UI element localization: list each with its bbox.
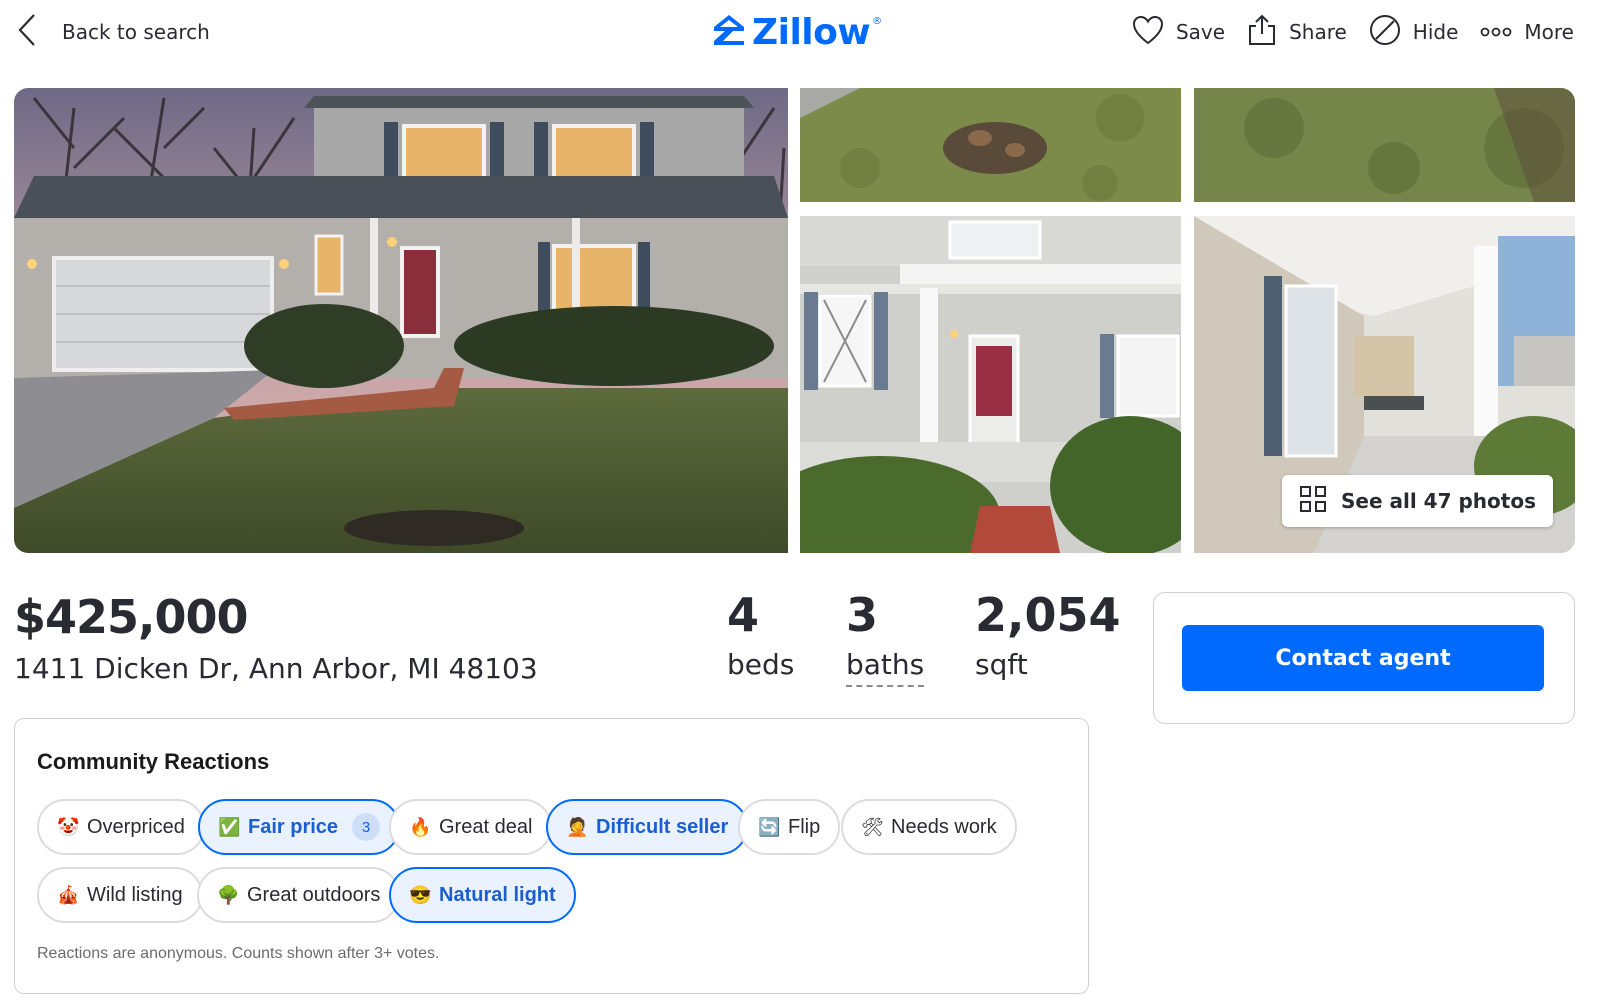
reaction-chip-natural-light[interactable]: 😎 Natural light	[389, 867, 576, 923]
contact-card: Contact agent	[1153, 592, 1575, 724]
see-all-photos-button[interactable]: See all 47 photos	[1282, 475, 1553, 527]
sqft-label: sqft	[975, 648, 1028, 681]
baths-label[interactable]: baths	[846, 648, 925, 687]
see-all-photos-label: See all 47 photos	[1341, 489, 1536, 513]
reaction-chip-needs-work[interactable]: 🛠 Needs work	[841, 799, 1017, 855]
share-button[interactable]: Share	[1247, 14, 1347, 50]
lawn-flowerbed-photo[interactable]	[800, 88, 1181, 202]
reaction-chip-label: Needs work	[891, 815, 997, 838]
zillow-logo[interactable]: Zillow ®	[712, 11, 883, 53]
listing-price: $425,000	[14, 590, 249, 644]
more-label: More	[1524, 20, 1574, 44]
fact-baths: 3 baths	[846, 588, 925, 687]
reaction-chip-flip[interactable]: 🔄 Flip	[738, 799, 841, 855]
listing-actions: Save Share Hide More	[1132, 14, 1574, 50]
clown-icon: 🤡	[57, 816, 80, 837]
front-porch-photo[interactable]	[800, 216, 1181, 553]
listing-address: 1411 Dicken Dr, Ann Arbor, MI 48103	[14, 652, 538, 685]
sqft-value: 2,054	[975, 588, 1121, 642]
contact-agent-button[interactable]: Contact agent	[1182, 625, 1544, 691]
side-lawn-photo[interactable]	[1194, 88, 1575, 202]
photo-gallery: See all 47 photos	[14, 88, 1575, 553]
main-photo[interactable]	[14, 88, 788, 553]
zillow-logo-icon	[712, 13, 746, 51]
reaction-chip-label: Overpriced	[87, 815, 185, 838]
hide-icon	[1369, 14, 1401, 50]
community-reactions-title: Community Reactions	[37, 749, 270, 774]
save-button[interactable]: Save	[1132, 15, 1225, 49]
beds-value: 4	[727, 588, 760, 642]
fact-beds: 4 beds	[727, 592, 794, 681]
baths-value: 3	[846, 588, 879, 642]
fact-sqft: 2,054 sqft	[975, 592, 1121, 681]
reaction-chip-label: Great deal	[439, 815, 533, 838]
hide-label: Hide	[1412, 20, 1459, 44]
reaction-chip-label: Great outdoors	[247, 883, 381, 906]
top-bar: Back to search Zillow ® Save Share Hide …	[0, 0, 1600, 70]
back-to-search-label: Back to search	[62, 20, 210, 44]
heart-icon	[1132, 15, 1164, 49]
hide-button[interactable]: Hide	[1369, 14, 1459, 50]
beds-label: beds	[727, 648, 795, 681]
tools-icon: 🛠	[861, 816, 884, 837]
reaction-chip-label: Difficult seller	[596, 815, 729, 838]
more-button[interactable]: More	[1480, 20, 1574, 44]
back-to-search-link[interactable]: Back to search	[18, 14, 210, 50]
more-icon	[1480, 23, 1512, 42]
check-mark-icon: ✅	[218, 816, 241, 837]
reaction-chip-great-outdoors[interactable]: 🌳 Great outdoors	[197, 867, 401, 923]
reaction-chip-label: Wild listing	[87, 883, 183, 906]
reactions-disclaimer: Reactions are anonymous. Counts shown af…	[37, 945, 440, 962]
community-reactions-panel: Community Reactions 🤡 Overpriced ✅ Fair …	[14, 718, 1089, 994]
reaction-chip-fair-price[interactable]: ✅ Fair price 3	[198, 799, 401, 855]
reaction-chip-label: Natural light	[439, 883, 556, 906]
registered-mark: ®	[872, 16, 883, 27]
reaction-chip-difficult-seller[interactable]: 🤦 Difficult seller	[546, 799, 749, 855]
chevron-left-icon	[18, 13, 36, 51]
reaction-count-badge: 3	[352, 813, 381, 841]
reaction-chip-overpriced[interactable]: 🤡 Overpriced	[37, 799, 205, 855]
save-label: Save	[1175, 20, 1226, 44]
tree-icon: 🌳	[217, 884, 240, 905]
zillow-logo-text: Zillow	[752, 11, 871, 53]
reaction-chip-wild-listing[interactable]: 🎪 Wild listing	[37, 867, 203, 923]
fire-icon: 🔥	[409, 816, 432, 837]
grid-icon	[1299, 485, 1327, 517]
share-icon	[1247, 14, 1277, 50]
share-label: Share	[1289, 20, 1347, 44]
facepalm-icon: 🤦	[566, 816, 589, 837]
repeat-icon: 🔄	[758, 816, 781, 837]
reaction-chip-great-deal[interactable]: 🔥 Great deal	[389, 799, 553, 855]
circus-tent-icon: 🎪	[57, 884, 80, 905]
sunglasses-icon: 😎	[409, 884, 432, 905]
reaction-chip-label: Fair price	[248, 815, 339, 838]
reaction-chip-label: Flip	[788, 815, 821, 838]
